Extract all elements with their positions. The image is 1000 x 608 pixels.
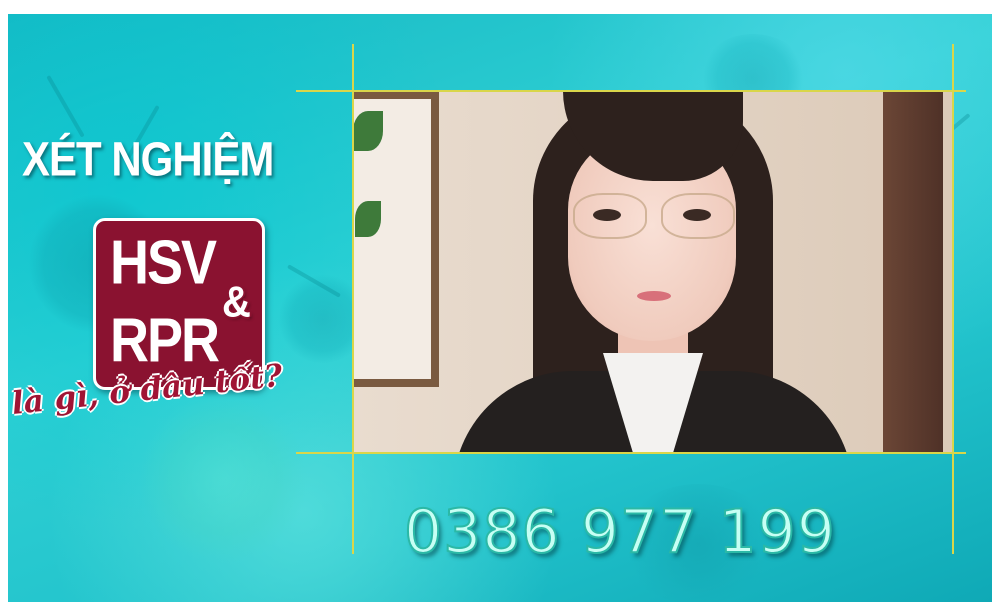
right-eye <box>683 209 711 221</box>
door-frame <box>883 91 943 453</box>
headline: XÉT NGHIỆM <box>22 132 274 187</box>
plant-leaf <box>353 111 383 151</box>
guide-line-right <box>952 44 954 554</box>
plant-leaf <box>355 201 381 237</box>
guide-line-bottom <box>296 452 966 454</box>
ampersand: & <box>222 277 251 327</box>
promo-banner: XÉT NGHIỆM HSV RPR & là gì, ở đâu tốt? 0… <box>8 14 992 602</box>
left-eye <box>593 209 621 221</box>
lips <box>637 291 671 301</box>
woman-with-glasses-photo <box>353 91 953 453</box>
badge-hsv-text: HSV <box>110 228 217 298</box>
virus-decoration <box>138 394 308 564</box>
virus-spike <box>46 75 85 138</box>
phone-number[interactable]: 0386 977 199 <box>403 496 836 568</box>
guide-line-left <box>352 44 354 554</box>
guide-line-top <box>296 90 966 92</box>
